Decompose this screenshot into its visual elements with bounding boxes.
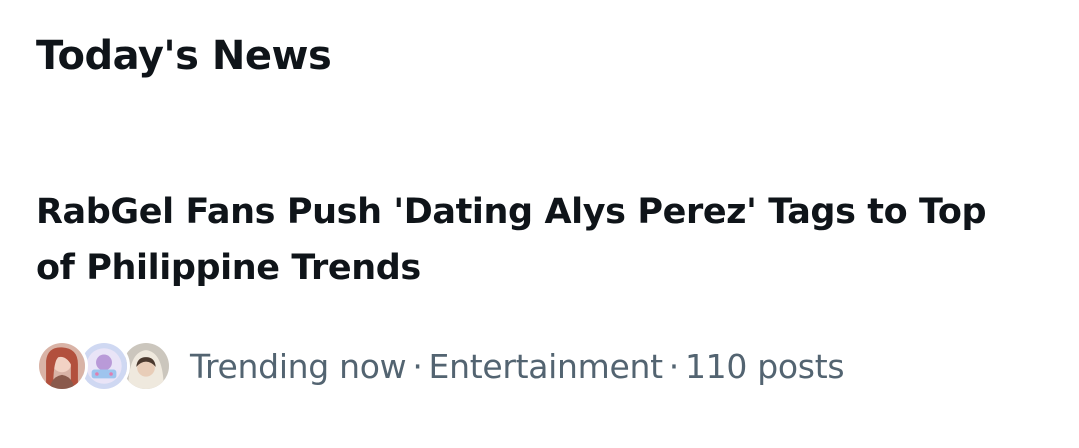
section-title: Today's News [36,33,332,79]
avatar [36,340,88,392]
post-count: 110 posts [684,346,845,386]
news-story-card[interactable]: RabGel Fans Push 'Dating Alys Perez' Tag… [0,170,1079,410]
story-headline[interactable]: RabGel Fans Push 'Dating Alys Perez' Tag… [36,184,1036,296]
avatar-stack [36,338,174,394]
separator: · [668,346,680,386]
trending-status: Trending now [190,346,407,386]
story-meta: Trending now · Entertainment · 110 posts [36,338,845,394]
separator: · [412,346,423,386]
story-category: Entertainment [428,346,664,386]
story-meta-text: Trending now · Entertainment · 110 posts [190,346,845,386]
